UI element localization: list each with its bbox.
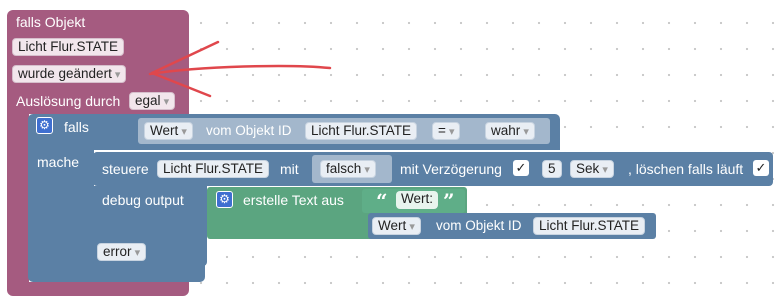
compare-value-dropdown[interactable]: Wert — [144, 122, 193, 140]
gear-icon[interactable]: ⚙ — [216, 191, 233, 208]
debug-from-label: vom Objekt ID — [436, 218, 522, 233]
trigger-block-side — [7, 112, 29, 284]
delay-checkbox[interactable]: ✓ — [513, 160, 529, 176]
delay-unit-dropdown[interactable]: Sek — [570, 160, 614, 178]
control-with-label: mit — [280, 161, 299, 177]
control-label: steuere — [102, 161, 149, 177]
compare-from-label: vom Objekt ID — [206, 123, 292, 138]
trigger-block-bottom — [7, 282, 189, 296]
gear-icon[interactable]: ⚙ — [36, 117, 53, 134]
compare-rhs-dropdown[interactable]: wahr — [485, 122, 535, 140]
control-delay-label: mit Verzögerung — [400, 161, 502, 177]
control-value-dropdown[interactable]: falsch — [320, 160, 376, 178]
text-literal-field[interactable]: Wert: — [396, 191, 439, 209]
quote-close-icon: ” — [443, 189, 455, 213]
quote-open-icon: “ — [376, 189, 388, 213]
clear-checkbox[interactable]: ✓ — [753, 160, 769, 176]
trigger-condition-dropdown[interactable]: wurde geändert — [12, 65, 127, 83]
debug-object-id-field[interactable]: Licht Flur.STATE — [533, 217, 646, 235]
trigger-title: falls Objekt — [16, 14, 86, 30]
compare-operator-dropdown[interactable]: = — [432, 122, 461, 140]
debug-label: debug output — [102, 192, 184, 208]
trigger-by-label: Auslösung durch — [16, 93, 121, 109]
debug-level-dropdown[interactable]: error — [97, 243, 147, 261]
annotation-arrow — [148, 40, 332, 98]
control-object-id-field[interactable]: Licht Flur.STATE — [157, 160, 270, 178]
do-label: mache — [37, 154, 80, 170]
compare-object-id-field[interactable]: Licht Flur.STATE — [305, 122, 418, 140]
debug-value-dropdown[interactable]: Wert — [372, 217, 421, 235]
create-text-label: erstelle Text aus — [243, 192, 344, 208]
delay-value-field[interactable]: 5 — [542, 160, 562, 178]
if-label: falls — [64, 119, 89, 135]
trigger-object-id-field[interactable]: Licht Flur.STATE — [12, 38, 125, 56]
clear-if-running-label: , löschen falls läuft — [628, 161, 744, 177]
